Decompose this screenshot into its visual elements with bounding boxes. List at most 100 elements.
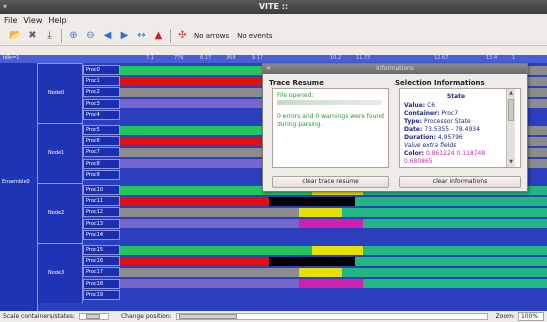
- zoom-field[interactable]: 100%: [517, 312, 544, 321]
- state-segment[interactable]: [269, 196, 355, 206]
- container-row: Container: Proc7: [404, 110, 459, 117]
- proc-label[interactable]: Proc4: [83, 109, 120, 120]
- ruler-tick: 368: [226, 55, 236, 61]
- state-segment[interactable]: [363, 245, 547, 255]
- color-row-cont: 0.680865: [404, 158, 433, 165]
- vite-window: ▾ VITE :: File View Help 📂 ✖ ⤓ ⊕ ⊖ ◀ ▶ ↔…: [0, 0, 547, 322]
- zoom-in-icon[interactable]: ⊕: [66, 28, 81, 43]
- settings-plugin-icon[interactable]: ✣: [175, 28, 190, 43]
- proc-label[interactable]: Proc19: [83, 289, 120, 300]
- open-folder-icon[interactable]: 📂: [8, 28, 23, 43]
- proc-label[interactable]: Proc10: [83, 185, 120, 195]
- state-segment[interactable]: [299, 279, 364, 289]
- proc-label[interactable]: Proc12: [83, 207, 120, 218]
- arrows-status[interactable]: No arrows: [194, 32, 229, 40]
- ruler-tick: 7.1: [146, 55, 154, 61]
- fit-width-icon[interactable]: ↔: [134, 28, 149, 43]
- state-segment[interactable]: [120, 256, 270, 266]
- menu-view[interactable]: View: [23, 16, 42, 25]
- proc-state-row[interactable]: [120, 245, 547, 255]
- arrow-right-icon[interactable]: ▶: [117, 28, 132, 43]
- trace-resume-panel[interactable]: File opened: 0 errors and 0 warnings wer…: [272, 88, 389, 168]
- state-segment[interactable]: [299, 267, 343, 277]
- proc-label[interactable]: Proc6: [83, 136, 120, 147]
- scroll-down-icon[interactable]: ▼: [507, 158, 515, 166]
- state-segment[interactable]: [312, 245, 364, 255]
- dialog-title: Informations: [263, 64, 527, 74]
- state-segment[interactable]: [120, 267, 300, 277]
- proc-state-row[interactable]: [120, 256, 547, 266]
- proc-state-row[interactable]: [120, 196, 547, 206]
- state-segment[interactable]: [120, 136, 270, 146]
- proc-label[interactable]: Proc11: [83, 196, 120, 207]
- node-container[interactable]: Node0: [38, 63, 83, 123]
- dialog-close-icon[interactable]: ✕: [266, 65, 274, 73]
- proc-label[interactable]: Proc15: [83, 245, 120, 255]
- proc-state-row[interactable]: [120, 207, 547, 217]
- state-segment[interactable]: [342, 207, 547, 217]
- environment-label: Ensemble0: [2, 179, 30, 185]
- state-segment[interactable]: [269, 256, 355, 266]
- state-segment[interactable]: [120, 76, 270, 86]
- scroll-thumb[interactable]: [508, 99, 514, 121]
- state-segment[interactable]: [120, 279, 300, 289]
- proc-state-row[interactable]: [120, 279, 547, 289]
- proc-state-row[interactable]: [120, 230, 547, 240]
- position-slider-handle[interactable]: [178, 314, 237, 319]
- state-segment[interactable]: [120, 196, 270, 206]
- proc-state-row[interactable]: [120, 267, 547, 277]
- proc-label[interactable]: Proc14: [83, 229, 120, 240]
- menu-help[interactable]: Help: [48, 16, 66, 25]
- proc-label[interactable]: Proc9: [83, 169, 120, 180]
- state-segment[interactable]: [299, 219, 364, 229]
- state-segment[interactable]: [363, 279, 547, 289]
- state-segment[interactable]: [120, 207, 300, 217]
- duration-row: Duration: 4.95796: [404, 134, 463, 141]
- node-container[interactable]: Node3: [38, 243, 83, 303]
- node-container[interactable]: Node1: [38, 123, 83, 183]
- clear-informations-button[interactable]: clear informations: [399, 176, 521, 188]
- state-segment[interactable]: [354, 196, 547, 206]
- proc-label[interactable]: Proc2: [83, 87, 120, 98]
- state-segment[interactable]: [120, 245, 313, 255]
- state-segment[interactable]: [342, 267, 547, 277]
- proc-state-row[interactable]: [120, 219, 547, 229]
- scroll-up-icon[interactable]: ▲: [507, 89, 515, 97]
- proc-label[interactable]: Proc18: [83, 278, 120, 289]
- scale-slider[interactable]: [78, 313, 109, 320]
- title-bar: ▾ VITE ::: [0, 0, 547, 14]
- ruler-tick: 8.17: [200, 55, 212, 61]
- state-segment[interactable]: [363, 219, 547, 229]
- menu-file[interactable]: File: [4, 16, 17, 25]
- scale-slider-handle[interactable]: [85, 314, 100, 319]
- state-segment[interactable]: [120, 219, 300, 229]
- up-arrow-icon[interactable]: ▲: [151, 28, 166, 43]
- proc-label[interactable]: Proc5: [83, 125, 120, 135]
- proc-label[interactable]: Proc1: [83, 76, 120, 87]
- state-segment[interactable]: [120, 230, 547, 240]
- environment-container[interactable]: Ensemble0: [0, 63, 38, 311]
- zoom-out-icon[interactable]: ⊖: [83, 28, 98, 43]
- position-slider[interactable]: [175, 313, 488, 320]
- proc-label[interactable]: Proc13: [83, 218, 120, 229]
- state-segment[interactable]: [299, 207, 343, 217]
- proc-label[interactable]: Proc16: [83, 256, 120, 267]
- state-segment[interactable]: [120, 99, 270, 109]
- node-container[interactable]: Node2: [38, 183, 83, 243]
- arrow-left-icon[interactable]: ◀: [100, 28, 115, 43]
- proc-label[interactable]: Proc3: [83, 98, 120, 109]
- proc-label[interactable]: Proc8: [83, 158, 120, 169]
- proc-label[interactable]: Proc17: [83, 267, 120, 278]
- state-segment[interactable]: [120, 290, 547, 300]
- proc-label[interactable]: Proc0: [83, 65, 120, 75]
- selection-panel[interactable]: State Value: C6 Container: Proc7 Type: P…: [399, 88, 521, 168]
- proc-state-row[interactable]: [120, 290, 547, 300]
- save-export-icon[interactable]: ⤓: [42, 28, 57, 43]
- proc-label[interactable]: Proc7: [83, 147, 120, 158]
- events-status[interactable]: No events: [237, 32, 272, 40]
- state-segment[interactable]: [354, 256, 547, 266]
- state-segment[interactable]: [120, 159, 270, 169]
- close-x-icon[interactable]: ✖: [25, 28, 40, 43]
- clear-trace-resume-button[interactable]: clear trace resume: [272, 176, 389, 188]
- selection-scrollbar[interactable]: ▲ ▼: [506, 89, 515, 167]
